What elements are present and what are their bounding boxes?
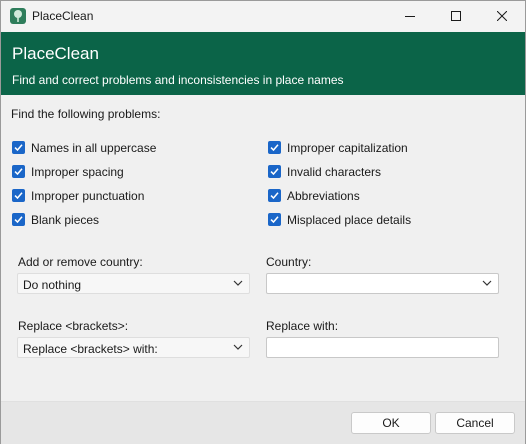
chevron-down-icon bbox=[233, 280, 243, 286]
checkbox-checked-icon[interactable] bbox=[12, 141, 25, 154]
checkbox-checked-icon[interactable] bbox=[12, 189, 25, 202]
checkbox-checked-icon[interactable] bbox=[12, 165, 25, 178]
dialog-footer: OK Cancel bbox=[1, 401, 525, 444]
app-tree-icon bbox=[10, 8, 26, 24]
brackets-value: Replace <brackets> with: bbox=[23, 342, 158, 356]
header-subtitle: Find and correct problems and inconsiste… bbox=[12, 73, 344, 87]
cancel-button[interactable]: Cancel bbox=[435, 412, 515, 434]
replace-with-input[interactable] bbox=[266, 337, 499, 358]
checkbox-label: Misplaced place details bbox=[287, 213, 412, 227]
checkbox-checked-icon[interactable] bbox=[268, 189, 281, 202]
checkbox-checked-icon[interactable] bbox=[268, 165, 281, 178]
country-label: Country: bbox=[266, 255, 312, 269]
brackets-label: Replace <brackets>: bbox=[18, 319, 129, 333]
minimize-icon bbox=[405, 16, 415, 17]
country-action-value: Do nothing bbox=[23, 278, 82, 292]
brackets-dropdown[interactable]: Replace <brackets> with: bbox=[17, 337, 250, 358]
placeclean-dialog: PlaceClean PlaceClean Find and correct p… bbox=[0, 0, 526, 444]
header-banner: PlaceClean Find and correct problems and… bbox=[1, 32, 525, 95]
country-action-label: Add or remove country: bbox=[18, 255, 143, 269]
checkbox-checked-icon[interactable] bbox=[268, 213, 281, 226]
checkbox-label: Abbreviations bbox=[287, 189, 360, 203]
close-icon bbox=[497, 11, 507, 21]
chevron-down-icon bbox=[482, 280, 492, 286]
window-title: PlaceClean bbox=[32, 9, 94, 23]
checkbox-label: Improper punctuation bbox=[31, 189, 145, 203]
minimize-button[interactable] bbox=[387, 1, 433, 32]
ok-button[interactable]: OK bbox=[351, 412, 431, 434]
close-button[interactable] bbox=[479, 1, 525, 32]
replace-with-label: Replace with: bbox=[266, 319, 339, 333]
maximize-icon bbox=[451, 11, 461, 21]
checkbox-checked-icon[interactable] bbox=[12, 213, 25, 226]
title-bar: PlaceClean bbox=[1, 1, 525, 32]
chevron-down-icon bbox=[233, 344, 243, 350]
checkbox-label: Improper capitalization bbox=[287, 141, 408, 155]
problems-section-label: Find the following problems: bbox=[11, 107, 161, 121]
header-title: PlaceClean bbox=[12, 44, 99, 63]
checkbox-label: Invalid characters bbox=[287, 165, 382, 179]
checkbox-label: Names in all uppercase bbox=[31, 141, 157, 155]
checkbox-checked-icon[interactable] bbox=[268, 141, 281, 154]
country-dropdown[interactable] bbox=[266, 273, 499, 294]
checkbox-label: Improper spacing bbox=[31, 165, 124, 179]
maximize-button[interactable] bbox=[433, 1, 479, 32]
country-action-dropdown[interactable]: Do nothing bbox=[17, 273, 250, 294]
checkbox-label: Blank pieces bbox=[31, 213, 100, 227]
